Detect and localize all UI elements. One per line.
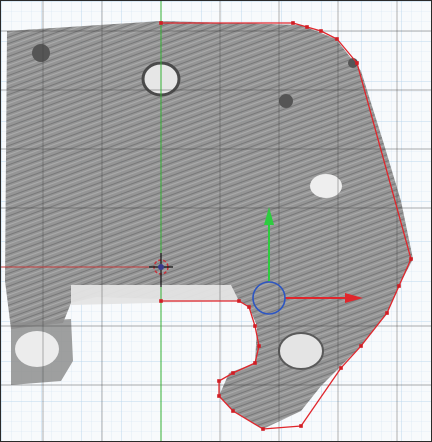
- mesh-vertex[interactable]: [237, 299, 241, 303]
- mesh-vertex[interactable]: [305, 25, 309, 29]
- sketch-hole-left: [15, 331, 59, 367]
- mesh-vertex[interactable]: [253, 361, 257, 365]
- mesh-vertex[interactable]: [339, 366, 343, 370]
- mesh-vertex[interactable]: [231, 371, 235, 375]
- mesh-vertex[interactable]: [291, 21, 295, 25]
- mesh-vertex[interactable]: [159, 21, 163, 25]
- mesh-vertex[interactable]: [159, 299, 163, 303]
- mesh-vertex[interactable]: [231, 409, 235, 413]
- sketch-hole-right: [310, 174, 342, 198]
- mesh-vertex[interactable]: [253, 324, 257, 328]
- mesh-vertex[interactable]: [299, 424, 303, 428]
- mesh-vertex[interactable]: [247, 305, 251, 309]
- mesh-vertex[interactable]: [319, 29, 323, 33]
- mesh-vertex[interactable]: [335, 37, 339, 41]
- sketch-hole-bottom: [278, 332, 324, 370]
- sketch-dark-spot-2: [279, 94, 293, 108]
- mesh-vertex[interactable]: [217, 379, 221, 383]
- mesh-vertex[interactable]: [217, 394, 221, 398]
- mesh-vertex[interactable]: [355, 61, 359, 65]
- viewport-canvas[interactable]: [1, 1, 432, 442]
- mesh-vertex[interactable]: [409, 257, 413, 261]
- mesh-vertex[interactable]: [385, 311, 389, 315]
- sketch-dark-spot-1: [32, 44, 50, 62]
- mesh-vertex[interactable]: [261, 427, 265, 431]
- mesh-vertex[interactable]: [257, 344, 261, 348]
- mesh-vertex[interactable]: [359, 344, 363, 348]
- mesh-vertex[interactable]: [397, 284, 401, 288]
- 3d-viewport[interactable]: [0, 0, 432, 442]
